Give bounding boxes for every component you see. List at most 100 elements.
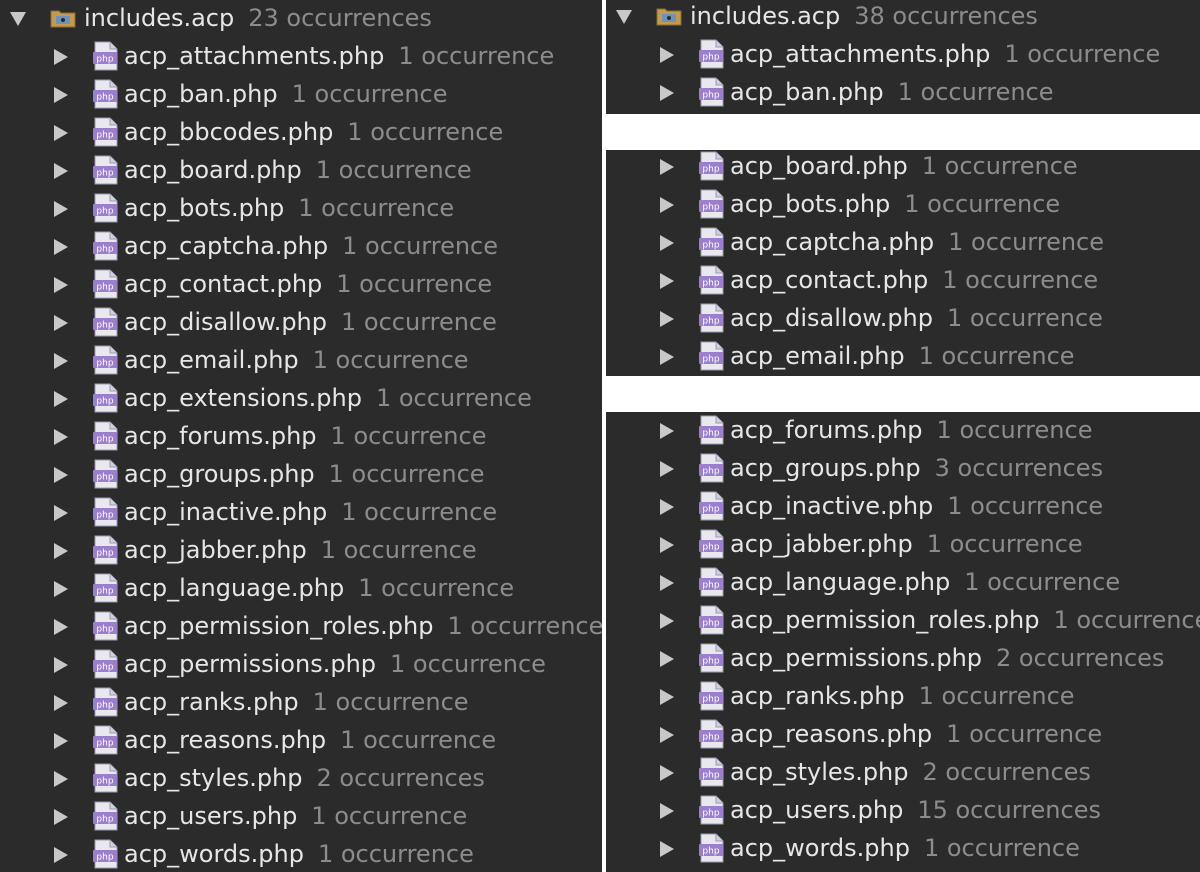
file-row[interactable]: php acp_groups.php 3 occurrences — [606, 450, 1200, 488]
file-row[interactable]: php acp_board.php 1 occurrence — [606, 150, 1200, 186]
expand-arrow-icon[interactable] — [54, 429, 68, 445]
expand-arrow-icon[interactable] — [54, 239, 68, 255]
expand-arrow-icon[interactable] — [660, 803, 674, 819]
expand-arrow-icon[interactable] — [660, 197, 674, 213]
expand-arrow-icon[interactable] — [54, 391, 68, 407]
file-row[interactable]: php acp_users.php 1 occurrence — [0, 798, 602, 836]
file-row[interactable]: php acp_disallow.php 1 occurrence — [0, 304, 602, 342]
expand-arrow-icon[interactable] — [660, 273, 674, 289]
file-row[interactable]: php acp_jabber.php 1 occurrence — [606, 526, 1200, 564]
file-row[interactable]: php acp_forums.php 1 occurrence — [0, 418, 602, 456]
file-row[interactable]: php acp_permissions.php 1 occurrence — [0, 646, 602, 684]
file-row[interactable]: php acp_permission_roles.php 1 occurrence — [0, 608, 602, 646]
expand-arrow-icon[interactable] — [54, 695, 68, 711]
file-row[interactable]: php acp_reasons.php 1 occurrence — [0, 722, 602, 760]
file-row[interactable]: php acp_email.php 1 occurrence — [0, 342, 602, 380]
file-row[interactable]: php acp_bots.php 1 occurrence — [0, 190, 602, 228]
file-row[interactable]: php acp_groups.php 1 occurrence — [0, 456, 602, 494]
expand-arrow-icon[interactable] — [10, 12, 26, 26]
expand-arrow-icon[interactable] — [54, 49, 68, 65]
expand-arrow-icon[interactable] — [660, 499, 674, 515]
expand-arrow-icon[interactable] — [54, 505, 68, 521]
php-file-icon: php — [698, 795, 726, 825]
svg-text:php: php — [96, 397, 113, 407]
file-row[interactable]: php acp_ranks.php 1 occurrence — [606, 678, 1200, 716]
file-row[interactable]: php acp_inactive.php 1 occurrence — [0, 494, 602, 532]
expand-arrow-icon[interactable] — [54, 543, 68, 559]
file-row[interactable]: php acp_bbcodes.php 1 occurrence — [0, 114, 602, 152]
file-row[interactable]: php acp_styles.php 2 occurrences — [606, 754, 1200, 792]
file-row[interactable]: php acp_attachments.php 1 occurrence — [606, 36, 1200, 74]
expand-arrow-icon[interactable] — [660, 461, 674, 477]
file-count: 1 occurrence — [926, 530, 1083, 558]
file-count: 1 occurrence — [398, 42, 555, 70]
expand-arrow-icon[interactable] — [660, 575, 674, 591]
expand-arrow-icon[interactable] — [54, 657, 68, 673]
file-row[interactable]: php acp_forums.php 1 occurrence — [606, 412, 1200, 450]
file-row[interactable]: php acp_inactive.php 1 occurrence — [606, 488, 1200, 526]
folder-row[interactable]: includes.acp 38 occurrences — [606, 0, 1200, 36]
expand-arrow-icon[interactable] — [660, 423, 674, 439]
file-label: acp_disallow.php 1 occurrence — [730, 304, 1103, 332]
expand-arrow-icon[interactable] — [660, 689, 674, 705]
expand-arrow-icon[interactable] — [660, 311, 674, 327]
file-row[interactable]: php acp_captcha.php 1 occurrence — [0, 228, 602, 266]
expand-arrow-icon[interactable] — [54, 315, 68, 331]
file-row[interactable]: php acp_extensions.php 1 occurrence — [0, 380, 602, 418]
file-row[interactable]: php acp_contact.php 1 occurrence — [606, 262, 1200, 300]
expand-arrow-icon[interactable] — [660, 47, 674, 63]
expand-arrow-icon[interactable] — [54, 353, 68, 369]
file-row[interactable]: php acp_contact.php 1 occurrence — [0, 266, 602, 304]
file-row[interactable]: php acp_words.php 1 occurrence — [606, 830, 1200, 868]
expand-arrow-icon[interactable] — [660, 235, 674, 251]
folder-row[interactable]: includes.acp 23 occurrences — [0, 0, 602, 38]
file-row[interactable]: php acp_captcha.php 1 occurrence — [606, 224, 1200, 262]
file-row[interactable]: php acp_users.php 15 occurrences — [606, 792, 1200, 830]
expand-arrow-icon[interactable] — [54, 733, 68, 749]
file-count: 1 occurrence — [1053, 606, 1200, 634]
expand-arrow-icon[interactable] — [54, 163, 68, 179]
file-row[interactable]: php acp_jabber.php 1 occurrence — [0, 532, 602, 570]
php-file-icon: php — [698, 77, 726, 107]
expand-arrow-icon[interactable] — [660, 651, 674, 667]
expand-arrow-icon[interactable] — [660, 727, 674, 743]
file-row[interactable]: php acp_permissions.php 2 occurrences — [606, 640, 1200, 678]
file-row[interactable]: php acp_board.php 1 occurrence — [0, 152, 602, 190]
expand-arrow-icon[interactable] — [54, 277, 68, 293]
expand-arrow-icon[interactable] — [660, 537, 674, 553]
expand-arrow-icon[interactable] — [54, 619, 68, 635]
file-name: acp_language.php — [730, 568, 951, 596]
file-row[interactable]: php acp_language.php 1 occurrence — [0, 570, 602, 608]
expand-arrow-icon[interactable] — [54, 771, 68, 787]
file-row[interactable]: php acp_bots.php 1 occurrence — [606, 186, 1200, 224]
svg-text:php: php — [702, 429, 719, 439]
expand-arrow-icon[interactable] — [660, 765, 674, 781]
file-name: acp_extensions.php — [124, 384, 362, 412]
expand-arrow-icon[interactable] — [54, 847, 68, 863]
file-row[interactable]: php acp_email.php 1 occurrence — [606, 338, 1200, 376]
file-row[interactable]: php acp_ban.php 1 occurrence — [0, 76, 602, 114]
expand-arrow-icon[interactable] — [660, 349, 674, 365]
expand-arrow-icon[interactable] — [660, 85, 674, 101]
expand-arrow-icon[interactable] — [660, 841, 674, 857]
expand-arrow-icon[interactable] — [660, 613, 674, 629]
expand-arrow-icon[interactable] — [54, 581, 68, 597]
file-row[interactable]: php acp_styles.php 2 occurrences — [0, 760, 602, 798]
folder-name: includes.acp — [84, 4, 235, 32]
file-row[interactable]: php acp_ban.php 1 occurrence — [606, 74, 1200, 112]
expand-arrow-icon[interactable] — [616, 10, 632, 24]
file-row[interactable]: php acp_language.php 1 occurrence — [606, 564, 1200, 602]
expand-arrow-icon[interactable] — [54, 809, 68, 825]
file-row[interactable]: php acp_attachments.php 1 occurrence — [0, 38, 602, 76]
file-row[interactable]: php acp_words.php 1 occurrence — [0, 836, 602, 872]
file-row[interactable]: php acp_reasons.php 1 occurrence — [606, 716, 1200, 754]
expand-arrow-icon[interactable] — [54, 201, 68, 217]
expand-arrow-icon[interactable] — [54, 87, 68, 103]
file-row[interactable]: php acp_permission_roles.php 1 occurrence — [606, 602, 1200, 640]
expand-arrow-icon[interactable] — [54, 467, 68, 483]
file-label: acp_email.php 1 occurrence — [730, 342, 1075, 370]
expand-arrow-icon[interactable] — [660, 159, 674, 175]
file-row[interactable]: php acp_disallow.php 1 occurrence — [606, 300, 1200, 338]
file-row[interactable]: php acp_ranks.php 1 occurrence — [0, 684, 602, 722]
expand-arrow-icon[interactable] — [54, 125, 68, 141]
